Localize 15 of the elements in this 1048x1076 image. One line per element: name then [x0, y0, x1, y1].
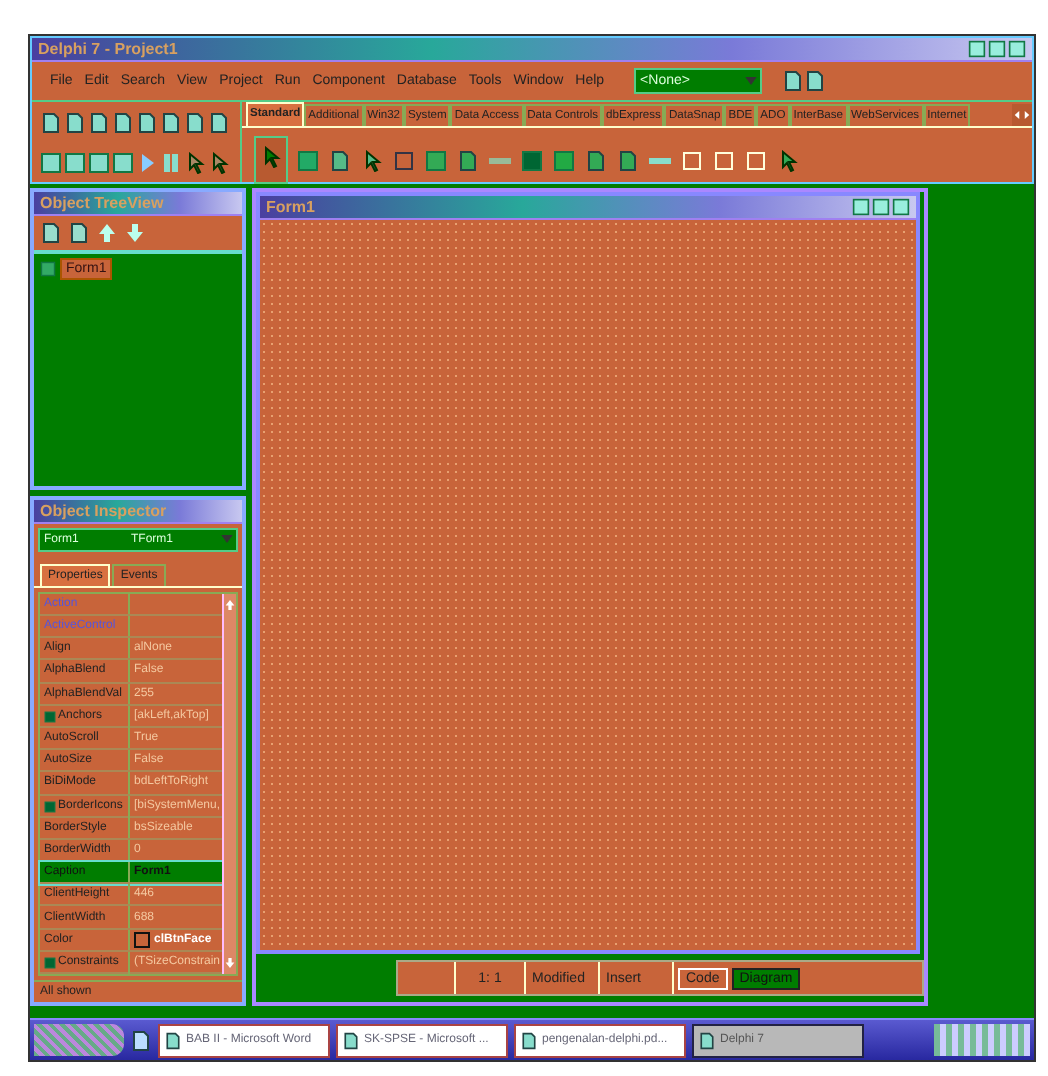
start-button[interactable]	[34, 1024, 124, 1056]
system-tray	[934, 1024, 1030, 1056]
window-title: Object TreeView	[40, 194, 164, 212]
window-title: Delphi 7 - Project1	[38, 40, 178, 58]
pointer-icon[interactable]	[260, 146, 282, 168]
move-up-icon[interactable]	[96, 222, 118, 244]
run-icon[interactable]	[136, 151, 158, 173]
pause-icon[interactable]	[160, 151, 182, 173]
expand-icon[interactable]	[44, 795, 56, 817]
window-title: Object Inspector	[40, 501, 167, 520]
color-swatch	[134, 931, 150, 948]
expand-icon[interactable]	[44, 951, 56, 974]
window-title: Form1	[266, 198, 315, 216]
move-down-icon[interactable]	[124, 222, 146, 244]
expand-icon[interactable]	[44, 705, 56, 728]
